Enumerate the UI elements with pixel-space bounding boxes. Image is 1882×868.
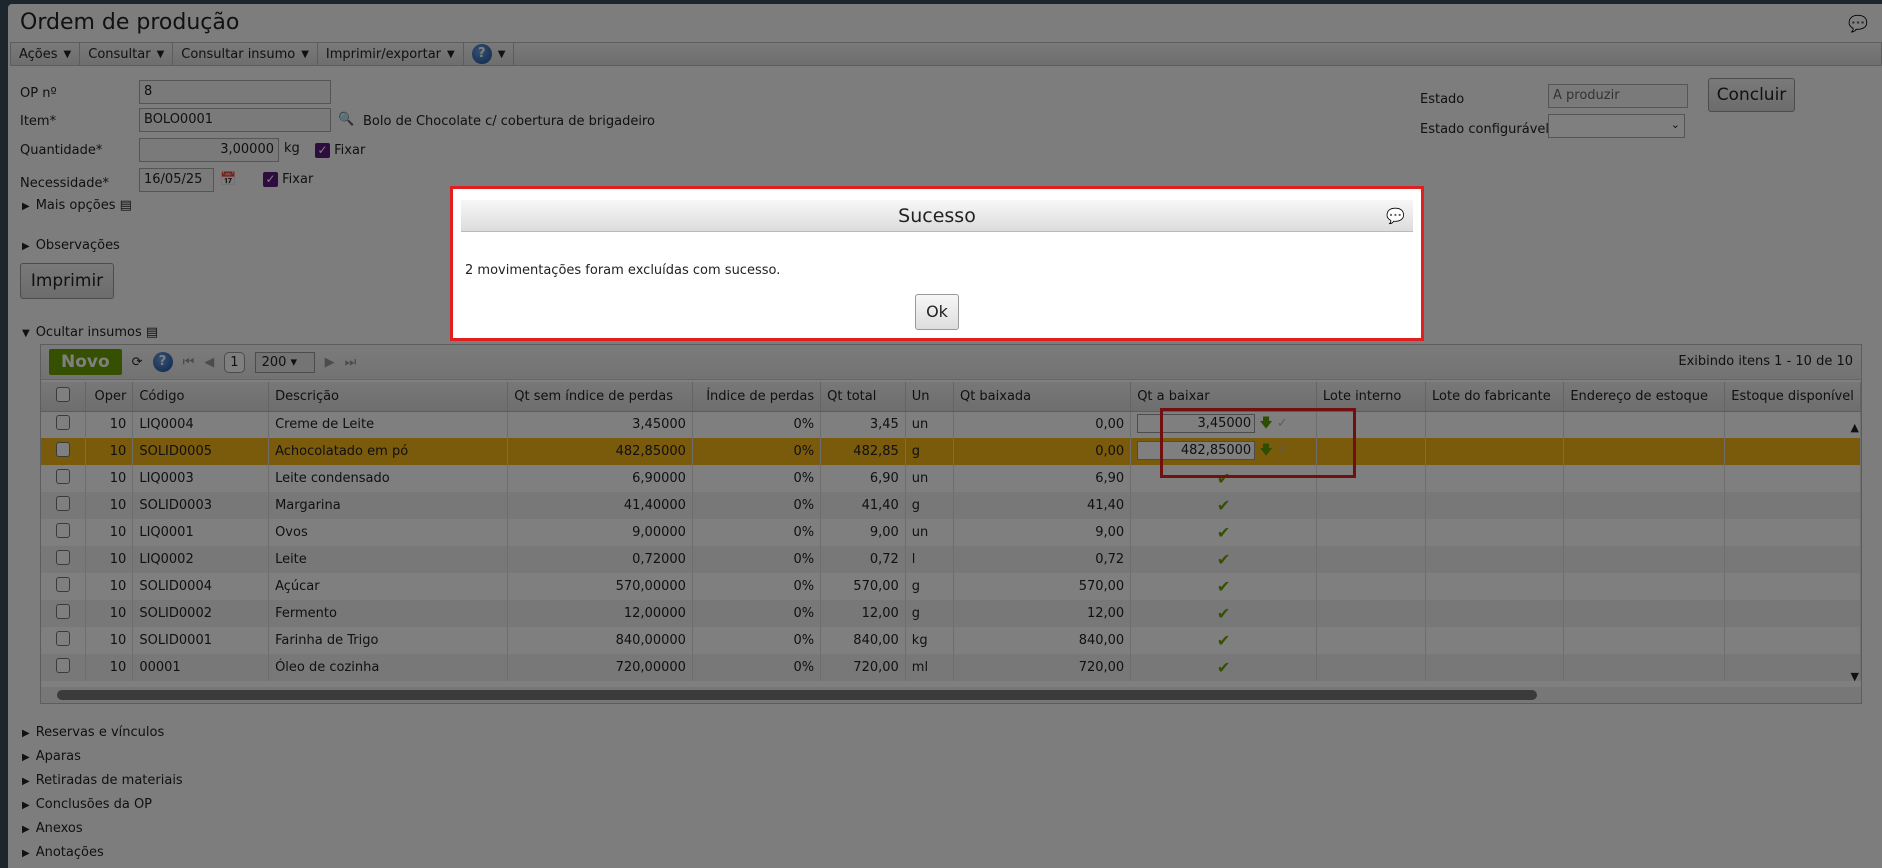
ok-button[interactable]: Ok (915, 294, 959, 330)
comment-icon[interactable]: 💬 (1386, 200, 1405, 232)
modal-overlay (0, 0, 1882, 868)
dialog-message: 2 movimentações foram excluídas com suce… (465, 263, 781, 278)
success-dialog: Sucesso 💬 2 movimentações foram excluídas… (450, 186, 1424, 341)
dialog-header: Sucesso 💬 (461, 200, 1413, 232)
dialog-title: Sucesso (898, 205, 976, 227)
